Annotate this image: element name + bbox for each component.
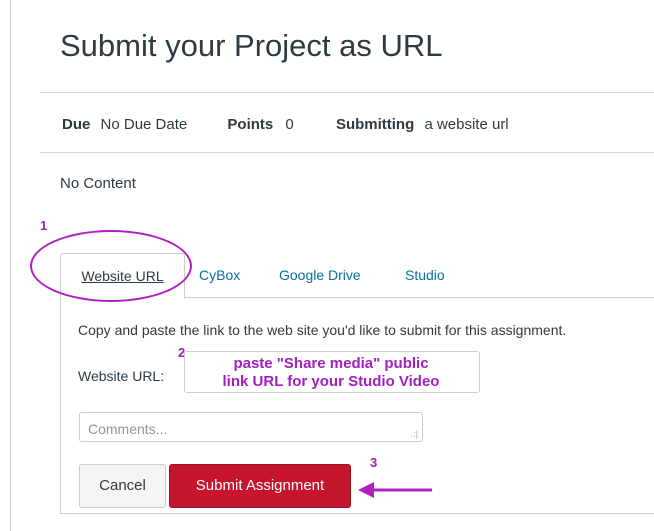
- annotation-url-hint-line2: link URL for your Studio Video: [222, 373, 440, 390]
- due-value: No Due Date: [100, 116, 188, 133]
- divider: [40, 92, 654, 93]
- annotation-url-hint-line1: paste "Share media" public: [233, 355, 429, 372]
- due-group: Due No Due Date: [62, 116, 187, 133]
- comments-placeholder: Comments...: [88, 421, 168, 437]
- tab-google-drive[interactable]: Google Drive: [279, 253, 361, 297]
- comments-textarea[interactable]: Comments... .:|: [79, 412, 423, 442]
- due-label: Due: [62, 116, 91, 133]
- divider: [40, 152, 654, 153]
- instructions-text: Copy and paste the link to the web site …: [78, 322, 567, 338]
- annotation-highlight-oval: [30, 230, 192, 302]
- assignment-details: Due No Due Date Points 0 Submitting a we…: [62, 116, 509, 133]
- description-text: No Content: [60, 175, 136, 192]
- points-label: Points: [227, 116, 274, 133]
- page-title: Submit your Project as URL: [60, 28, 443, 63]
- annotation-step-1: 1: [40, 218, 48, 233]
- submitting-group: Submitting a website url: [336, 116, 509, 133]
- submitting-value: a website url: [424, 116, 509, 133]
- annotation-step-3: 3: [370, 455, 378, 470]
- website-url-label: Website URL:: [78, 368, 165, 384]
- cancel-button[interactable]: Cancel: [79, 464, 166, 508]
- submit-assignment-button[interactable]: Submit Assignment: [169, 464, 351, 508]
- points-value: 0: [285, 116, 294, 133]
- tab-studio[interactable]: Studio: [405, 253, 445, 297]
- annotation-arrow-icon: [358, 482, 432, 498]
- resize-grip-icon[interactable]: .:|: [411, 429, 418, 439]
- tab-cybox[interactable]: CyBox: [199, 253, 240, 297]
- submitting-label: Submitting: [335, 116, 415, 133]
- annotation-url-hint: paste "Share media" public link URL for …: [184, 355, 478, 391]
- points-group: Points 0: [227, 116, 293, 133]
